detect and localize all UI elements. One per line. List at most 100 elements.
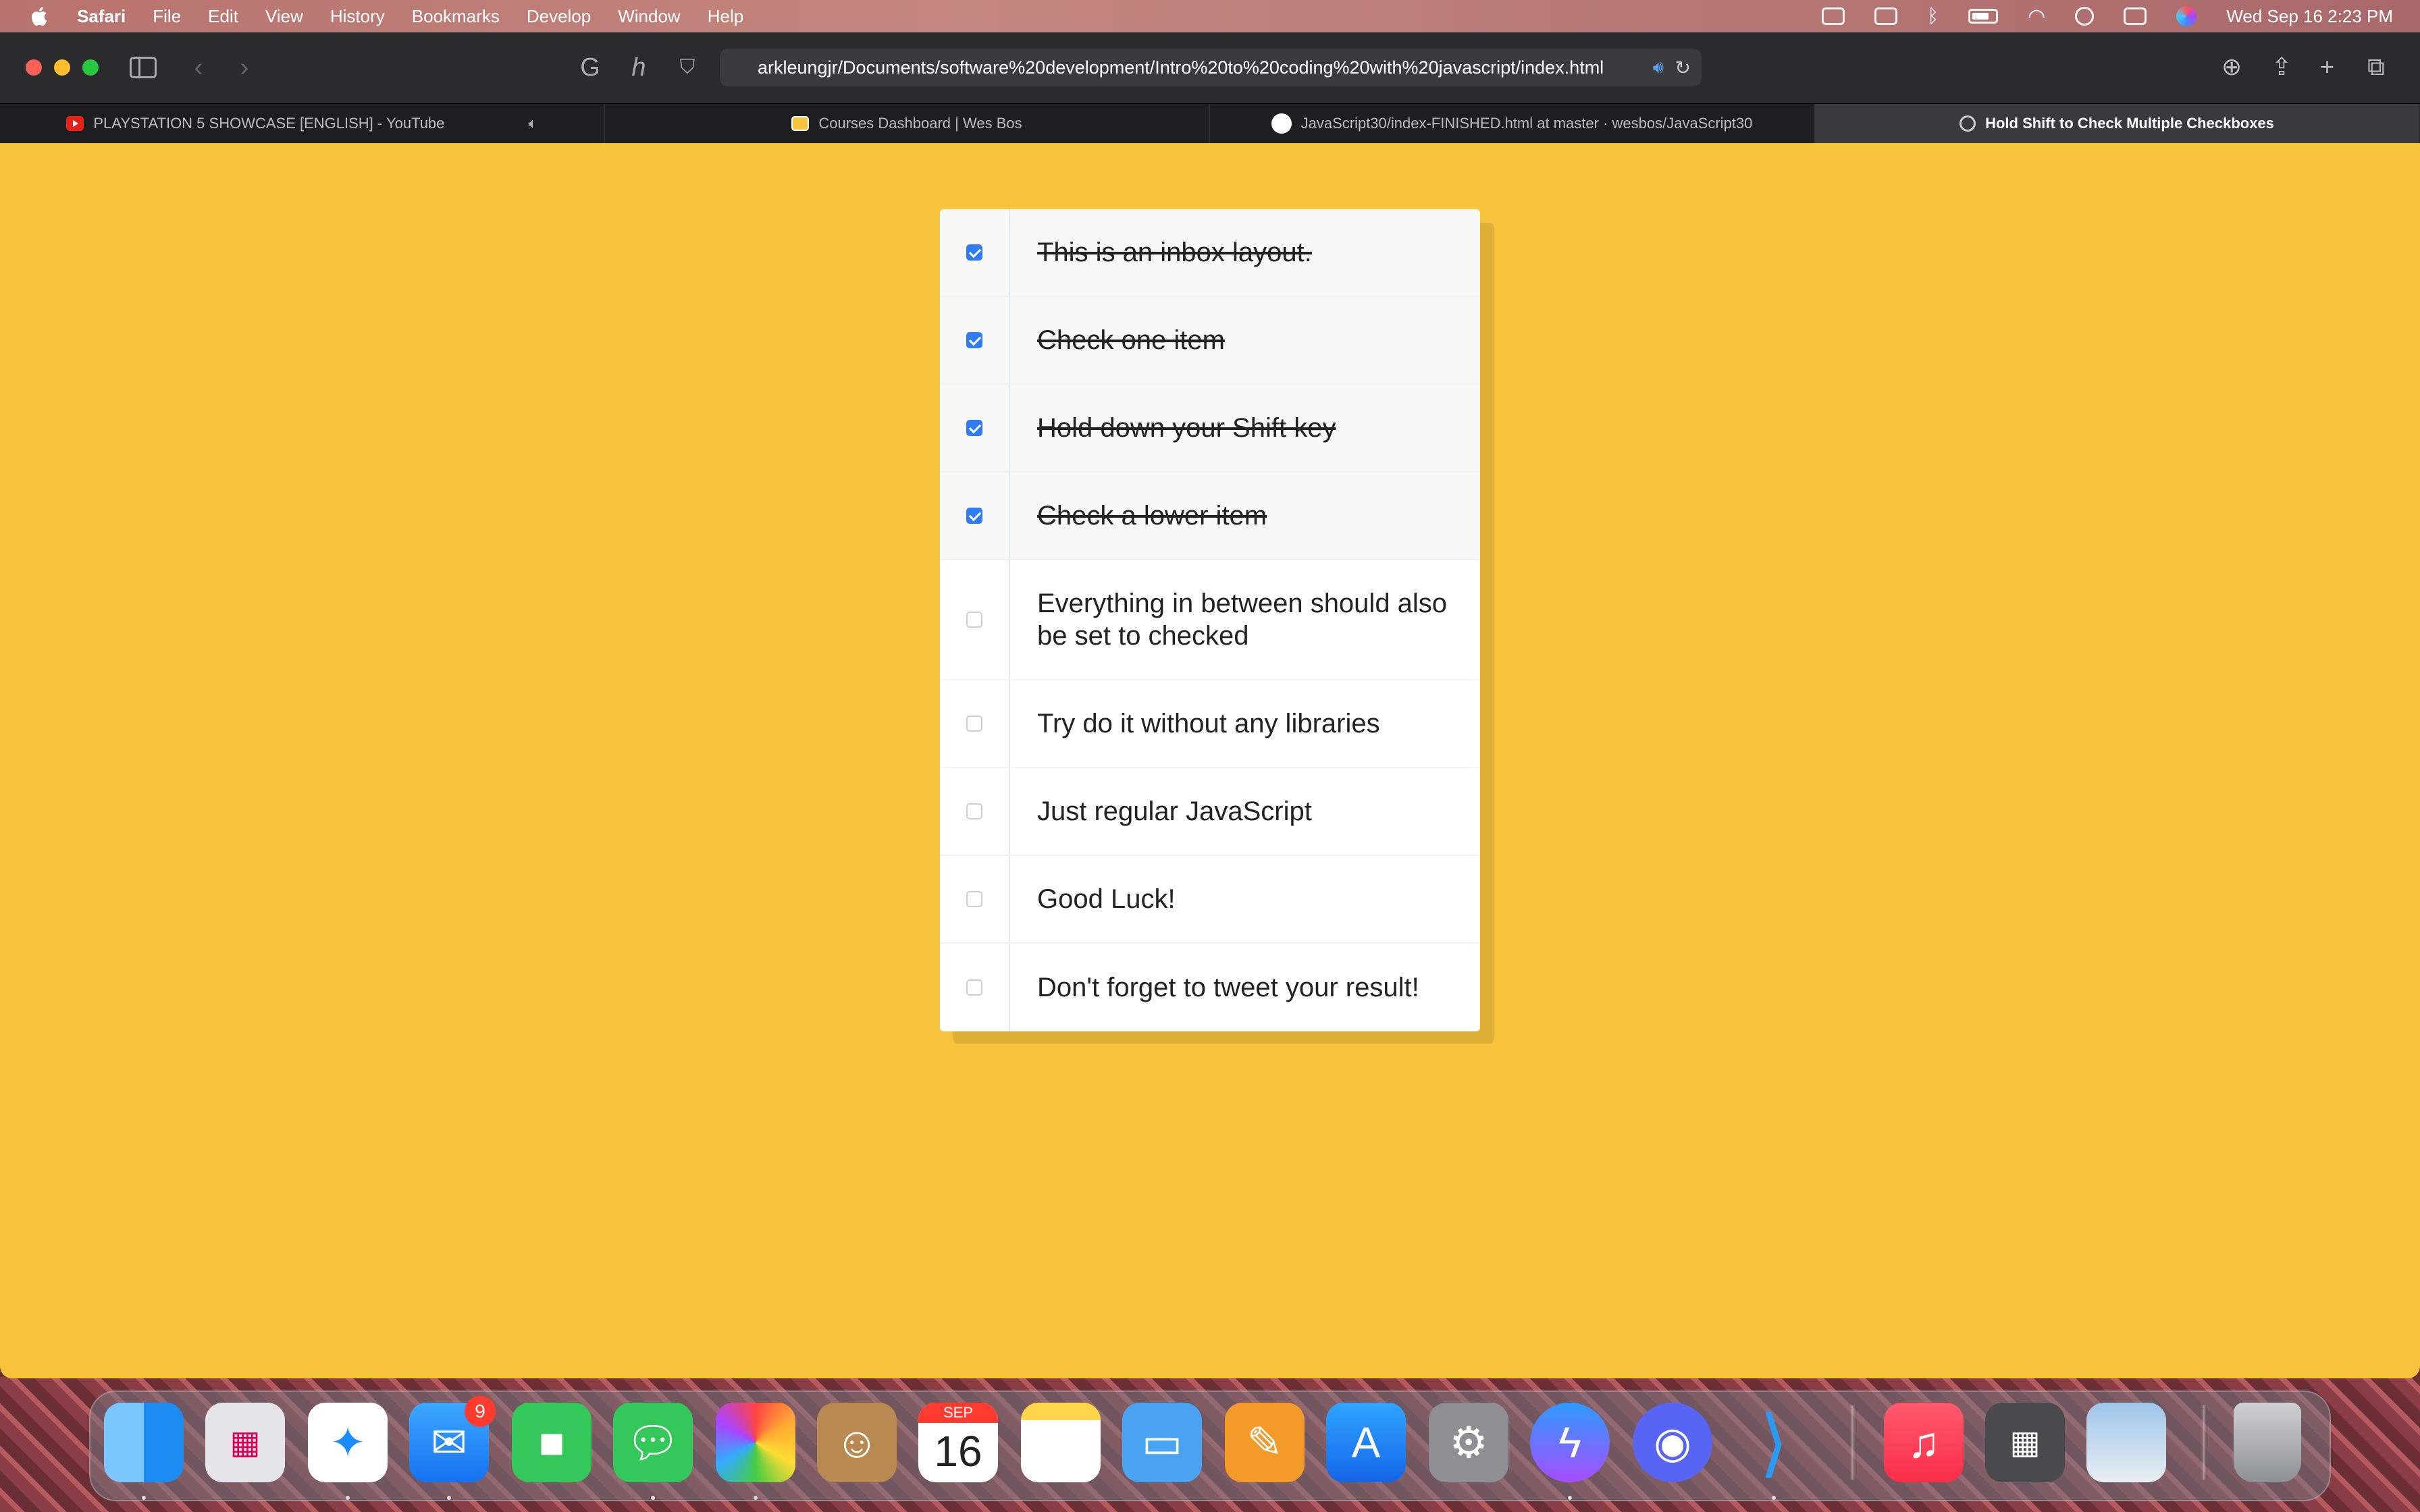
checkbox-cell <box>940 385 1010 471</box>
inbox-item[interactable]: Try do it without any libraries <box>940 680 1480 768</box>
inbox-item[interactable]: Good Luck! <box>940 856 1480 944</box>
privacy-shield-icon[interactable]: ⛉ <box>673 53 702 82</box>
item-checkbox[interactable] <box>966 803 982 819</box>
menu-window[interactable]: Window <box>618 6 680 27</box>
tab-overview-icon[interactable]: ⧉ <box>2367 53 2385 82</box>
item-text: Check a lower item <box>1037 501 1267 531</box>
launchpad-icon[interactable]: ▦ <box>205 1403 285 1482</box>
item-checkbox[interactable] <box>966 891 982 907</box>
item-text: Don't forget to tweet your result! <box>1037 973 1419 1002</box>
mail-unread-badge: 9 <box>465 1396 496 1427</box>
tab-checkboxes[interactable]: Hold Shift to Check Multiple Checkboxes <box>1815 104 2420 143</box>
calendar-month: SEP <box>918 1403 998 1423</box>
discord-icon[interactable]: ◉ <box>1633 1403 1712 1482</box>
menu-history[interactable]: History <box>330 6 385 27</box>
menu-develop[interactable]: Develop <box>527 6 591 27</box>
item-checkbox[interactable] <box>966 420 982 436</box>
audio-playing-icon[interactable]: 🔊︎ <box>1653 57 1664 78</box>
safari-window: ‹ › G h ⛉ arkleungjr/Documents/software%… <box>0 32 2420 1378</box>
facetime-icon[interactable]: ■ <box>512 1403 591 1482</box>
fullscreen-window-button[interactable] <box>82 59 99 76</box>
checkbox-cell <box>940 768 1010 855</box>
inbox-item[interactable]: Check a lower item <box>940 473 1480 560</box>
inbox-item[interactable]: Hold down your Shift key <box>940 385 1480 473</box>
notes-icon[interactable] <box>1021 1403 1101 1482</box>
messenger-icon[interactable]: ϟ <box>1530 1403 1610 1482</box>
apple-icon[interactable] <box>28 5 49 27</box>
item-text: Good Luck! <box>1037 884 1176 914</box>
checkbox-cell <box>940 209 1010 296</box>
spotlight-search-icon[interactable] <box>2075 7 2095 26</box>
system-preferences-icon[interactable]: ⚙ <box>1429 1403 1508 1482</box>
dock-separator <box>1851 1405 1853 1480</box>
address-url: arkleungjr/Documents/software%20developm… <box>758 57 1604 78</box>
minimize-window-button[interactable] <box>54 59 70 76</box>
trash-icon[interactable] <box>2234 1403 2301 1482</box>
tab-wesbos-courses[interactable]: Courses Dashboard | Wes Bos <box>605 104 1210 143</box>
menu-view[interactable]: View <box>265 6 303 27</box>
running-indicator <box>754 1496 758 1500</box>
new-tab-icon[interactable]: + <box>2320 53 2334 81</box>
address-bar[interactable]: arkleungjr/Documents/software%20developm… <box>720 49 1702 86</box>
finder-icon[interactable] <box>104 1403 184 1482</box>
inbox-item[interactable]: Everything in between should also be set… <box>940 560 1480 680</box>
sidebar-toggle-icon[interactable] <box>130 57 157 78</box>
menu-edit[interactable]: Edit <box>208 6 238 27</box>
item-checkbox[interactable] <box>966 979 982 996</box>
app-store-icon[interactable]: A <box>1326 1403 1406 1482</box>
close-window-button[interactable] <box>26 59 42 76</box>
honey-extension-icon[interactable]: h <box>624 53 654 82</box>
tab-youtube[interactable]: PLAYSTATION 5 SHOWCASE [ENGLISH] - YouTu… <box>0 104 605 143</box>
share-icon[interactable]: ⇪ <box>2271 53 2292 81</box>
wifi-icon[interactable]: ◠ <box>2028 5 2045 28</box>
item-checkbox[interactable] <box>966 612 982 628</box>
tab-title: PLAYSTATION 5 SHOWCASE [ENGLISH] - YouTu… <box>93 115 445 132</box>
running-indicator <box>142 1496 146 1500</box>
menu-file[interactable]: File <box>153 6 181 27</box>
control-center-icon[interactable] <box>2124 7 2147 25</box>
inbox-item[interactable]: Check one item <box>940 297 1480 385</box>
pages-icon[interactable]: ✎ <box>1225 1403 1305 1482</box>
preview-icon[interactable] <box>2086 1403 2166 1482</box>
item-checkbox[interactable] <box>966 244 982 261</box>
compass-icon <box>1959 115 1976 132</box>
menu-bookmarks[interactable]: Bookmarks <box>412 6 500 27</box>
inbox-item[interactable]: Don't forget to tweet your result! <box>940 944 1480 1031</box>
calculator-icon[interactable]: ▦ <box>1985 1403 2065 1482</box>
item-text: Everything in between should also be set… <box>1037 589 1448 651</box>
bluetooth-icon[interactable]: ᛒ <box>1927 5 1939 27</box>
item-checkbox[interactable] <box>966 508 982 524</box>
siri-icon[interactable] <box>2176 6 2197 26</box>
inbox-item[interactable]: This is an inbox layout. <box>940 209 1480 297</box>
vscode-icon[interactable]: ⟩ <box>1734 1401 1814 1484</box>
battery-icon[interactable] <box>1968 9 1999 24</box>
contacts-icon[interactable]: ☺ <box>817 1403 897 1482</box>
tab-github-javascript30[interactable]: JavaScript30/index-FINISHED.html at mast… <box>1210 104 1815 143</box>
mail-icon[interactable]: ✉ 9 <box>409 1396 496 1482</box>
keynote-icon[interactable]: ▭ <box>1122 1403 1202 1482</box>
downloads-icon[interactable]: ⊕ <box>2221 53 2242 81</box>
menu-help[interactable]: Help <box>708 6 743 27</box>
grammarly-extension-icon[interactable]: G <box>575 53 605 82</box>
music-icon[interactable]: ♫ <box>1884 1403 1964 1482</box>
item-checkbox[interactable] <box>966 716 982 732</box>
messages-icon[interactable]: 💬︎ <box>613 1403 693 1482</box>
tab-bar: PLAYSTATION 5 SHOWCASE [ENGLISH] - YouTu… <box>0 104 2420 143</box>
screen-mirroring-icon[interactable] <box>1822 7 1845 25</box>
menu-app-name[interactable]: Safari <box>77 6 126 27</box>
tab-audio-icon[interactable]: 🔈︎ <box>528 115 537 132</box>
stage-manager-icon[interactable] <box>1874 7 1898 25</box>
inbox-item[interactable]: Just regular JavaScript <box>940 768 1480 856</box>
back-arrow-icon[interactable]: ‹ <box>184 53 213 82</box>
checkbox-cell <box>940 680 1010 767</box>
wesbos-icon <box>791 116 810 131</box>
reload-icon[interactable]: ↻ <box>1675 57 1691 79</box>
tab-title: Courses Dashboard | Wes Bos <box>818 115 1022 132</box>
forward-arrow-icon[interactable]: › <box>230 53 259 82</box>
youtube-icon <box>66 116 84 131</box>
safari-icon[interactable]: ✦ <box>308 1403 388 1482</box>
photos-icon[interactable] <box>716 1403 795 1482</box>
menu-clock[interactable]: Wed Sep 16 2:23 PM <box>2226 6 2393 27</box>
calendar-icon[interactable]: SEP 16 <box>918 1403 998 1482</box>
item-checkbox[interactable] <box>966 332 982 348</box>
